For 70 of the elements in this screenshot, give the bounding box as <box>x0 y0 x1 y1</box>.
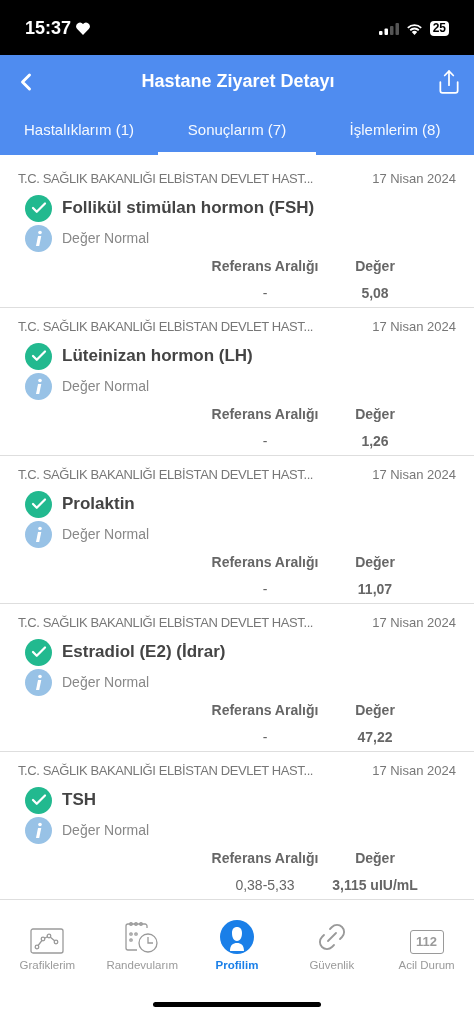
value-label: Değer <box>355 849 395 868</box>
result-date: 17 Nisan 2024 <box>372 762 456 781</box>
result-value: 1,26 <box>361 432 389 451</box>
info-icon <box>25 224 52 252</box>
result-value: 11,07 <box>357 580 393 599</box>
test-name: Lüteinizan hormon (LH) <box>62 345 253 368</box>
result-value: 5,08 <box>361 284 389 303</box>
result-value: 3,115 uIU/mL <box>332 876 418 895</box>
nav-tab[interactable]: 112 Acil Durum <box>379 920 474 975</box>
result-date: 17 Nisan 2024 <box>372 466 456 485</box>
calendar-clock-icon <box>125 922 160 954</box>
check-icon <box>25 194 52 222</box>
wifi-icon <box>405 22 423 35</box>
result-date: 17 Nisan 2024 <box>372 614 456 633</box>
result-value: 47,22 <box>357 728 393 747</box>
status-text: Değer Normal <box>62 524 150 544</box>
heart-icon <box>76 22 91 35</box>
info-icon <box>25 816 52 844</box>
check-icon <box>25 638 52 666</box>
reference-label: Referans Aralığı <box>211 701 319 720</box>
value-label: Değer <box>355 553 395 572</box>
check-icon <box>25 342 52 370</box>
reference-label: Referans Aralığı <box>211 257 319 276</box>
reference-range: - <box>262 432 268 451</box>
hospital-name: T.C. SAĞLIK BAKANLIĞI ELBİSTAN DEVLET HAST... <box>18 762 314 781</box>
hospital-name: T.C. SAĞLIK BAKANLIĞI ELBİSTAN DEVLET HAST... <box>18 614 314 633</box>
hospital-name: T.C. SAĞLIK BAKANLIĞI ELBİSTAN DEVLET HAST... <box>18 318 314 337</box>
reference-range: - <box>262 284 268 303</box>
result-date: 17 Nisan 2024 <box>372 318 456 337</box>
check-icon <box>25 490 52 518</box>
hospital-name: T.C. SAĞLIK BAKANLIĞI ELBİSTAN DEVLET HAST... <box>18 170 314 189</box>
tab[interactable]: Sonuçlarım (7) <box>158 108 316 155</box>
tab[interactable]: Hastalıklarım (1) <box>0 108 158 155</box>
status-time: 15:37 <box>25 17 72 40</box>
reference-range: 0,38-5,33 <box>235 876 295 895</box>
test-name: Prolaktin <box>62 493 135 516</box>
nav-tab[interactable]: Randevularım <box>94 920 190 975</box>
tab[interactable]: İşlemlerim (8) <box>316 108 474 155</box>
info-icon <box>25 668 52 696</box>
share-icon <box>436 68 462 95</box>
status-text: Değer Normal <box>62 672 150 692</box>
reference-label: Referans Aralığı <box>211 405 319 424</box>
check-icon <box>25 786 52 814</box>
reference-range: - <box>262 728 268 747</box>
header-title: Hastane Ziyaret Detayı <box>141 70 335 93</box>
status-text: Değer Normal <box>62 820 150 840</box>
nav-tab[interactable]: Grafiklerim <box>0 920 95 975</box>
nav-tab[interactable]: Güvenlik <box>284 920 380 975</box>
person-icon <box>220 920 254 954</box>
value-label: Değer <box>355 405 395 424</box>
emergency-number-icon: 112 <box>409 930 444 954</box>
info-icon <box>25 520 52 548</box>
nav-tab[interactable]: Profilim <box>189 920 285 975</box>
signal-icon <box>378 22 399 35</box>
result-date: 17 Nisan 2024 <box>372 170 456 189</box>
value-label: Değer <box>355 701 395 720</box>
test-name: Estradiol (E2) (İdrar) <box>62 641 226 664</box>
hospital-name: T.C. SAĞLIK BAKANLIĞI ELBİSTAN DEVLET HAST... <box>18 466 314 485</box>
value-label: Değer <box>355 257 395 276</box>
info-icon <box>25 372 52 400</box>
reference-range: - <box>262 580 268 599</box>
line-chart-icon <box>30 928 65 954</box>
reference-label: Referans Aralığı <box>211 849 319 868</box>
status-text: Değer Normal <box>62 228 150 248</box>
status-text: Değer Normal <box>62 376 150 396</box>
reference-label: Referans Aralığı <box>211 553 319 572</box>
test-name: TSH <box>62 789 96 812</box>
test-name: Follikül stimülan hormon (FSH) <box>62 197 315 220</box>
battery-indicator: 25 <box>429 21 449 36</box>
share-button[interactable] <box>436 68 462 95</box>
